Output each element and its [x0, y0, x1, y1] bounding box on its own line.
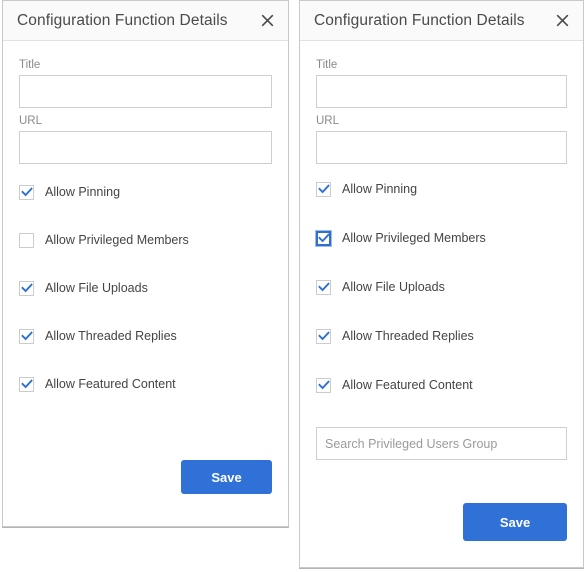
permissions-checkbox-list: Allow Pinning Allow Privileged Members A…	[19, 184, 272, 392]
checkbox-row-allow-pinning[interactable]: Allow Pinning	[19, 184, 272, 200]
checkbox-label-allow-pinning: Allow Pinning	[45, 184, 121, 199]
checkbox-row-allow-pinning[interactable]: Allow Pinning	[316, 181, 567, 197]
checkbox-allow-pinning[interactable]	[316, 181, 331, 197]
title-input[interactable]	[19, 75, 272, 108]
url-input[interactable]	[316, 131, 567, 164]
checkbox-allow-featured-content[interactable]	[316, 377, 331, 393]
configuration-dialog-right: Configuration Function Details Title URL…	[299, 0, 584, 568]
checkbox-row-allow-featured-content[interactable]: Allow Featured Content	[19, 376, 272, 392]
checkbox-allow-pinning[interactable]	[19, 184, 34, 200]
dialog-header: Configuration Function Details	[3, 1, 288, 41]
title-field-label: Title	[19, 59, 41, 71]
checkbox-label-allow-privileged-members: Allow Privileged Members	[45, 232, 189, 247]
checkbox-allow-privileged-members[interactable]	[19, 232, 34, 248]
checkbox-row-allow-file-uploads[interactable]: Allow File Uploads	[316, 279, 567, 295]
checkbox-label-allow-featured-content: Allow Featured Content	[342, 377, 473, 392]
url-field-label: URL	[19, 115, 43, 127]
checkbox-label-allow-threaded-replies: Allow Threaded Replies	[342, 328, 474, 343]
permissions-checkbox-list: Allow Pinning Allow Privileged Members A…	[315, 181, 567, 393]
dialog-header: Configuration Function Details	[300, 1, 583, 41]
checkbox-row-allow-featured-content[interactable]: Allow Featured Content	[316, 377, 567, 393]
checkbox-allow-file-uploads[interactable]	[19, 280, 34, 296]
checkbox-allow-featured-content[interactable]	[19, 376, 34, 392]
dialog-title: Configuration Function Details	[314, 11, 525, 29]
search-field-wrapper	[316, 427, 567, 460]
checkbox-row-allow-privileged-members[interactable]: Allow Privileged Members	[19, 232, 272, 248]
checkbox-row-allow-file-uploads[interactable]: Allow File Uploads	[19, 280, 272, 296]
checkbox-allow-file-uploads[interactable]	[316, 279, 331, 295]
title-input[interactable]	[316, 75, 567, 108]
checkbox-allow-privileged-members[interactable]	[315, 229, 332, 247]
url-field-label: URL	[316, 115, 340, 127]
save-button[interactable]: Save	[181, 460, 272, 494]
checkbox-label-allow-file-uploads: Allow File Uploads	[45, 280, 148, 295]
checkbox-label-allow-file-uploads: Allow File Uploads	[342, 279, 445, 294]
checkbox-allow-threaded-replies[interactable]	[316, 328, 331, 344]
save-button[interactable]: Save	[463, 503, 567, 541]
configuration-dialog-left: Configuration Function Details Title URL…	[2, 0, 289, 527]
checkbox-row-allow-threaded-replies[interactable]: Allow Threaded Replies	[316, 328, 567, 344]
checkbox-allow-threaded-replies[interactable]	[19, 328, 34, 344]
checkbox-label-allow-threaded-replies: Allow Threaded Replies	[45, 328, 177, 343]
close-icon[interactable]	[256, 10, 278, 32]
checkbox-row-allow-privileged-members[interactable]: Allow Privileged Members	[315, 229, 567, 247]
dialog-body: Title URL Allow Pinning Allow Privileged…	[300, 41, 583, 567]
close-icon[interactable]	[551, 10, 573, 32]
checkbox-row-allow-threaded-replies[interactable]: Allow Threaded Replies	[19, 328, 272, 344]
dialog-footer: Save	[463, 503, 567, 541]
dialog-footer: Save	[181, 460, 272, 494]
title-field-label: Title	[316, 59, 338, 71]
dialog-title: Configuration Function Details	[17, 11, 228, 29]
dialog-body: Title URL Allow Pinning Allow Privileged…	[3, 41, 288, 526]
checkbox-label-allow-pinning: Allow Pinning	[342, 181, 418, 196]
checkbox-label-allow-featured-content: Allow Featured Content	[45, 376, 176, 391]
search-privileged-users-group-input[interactable]	[316, 427, 567, 460]
url-input[interactable]	[19, 131, 272, 164]
checkbox-label-allow-privileged-members: Allow Privileged Members	[342, 230, 486, 245]
